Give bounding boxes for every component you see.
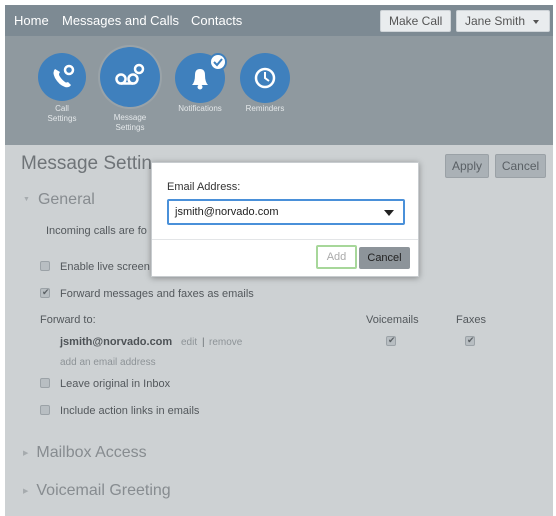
triangle-down-icon: ▼ <box>23 196 30 204</box>
tab-message-settings-label-2: Settings <box>115 123 145 132</box>
add-email-link[interactable]: add an email address <box>60 357 156 368</box>
chevron-down-icon <box>384 210 394 216</box>
action-links-label: Include action links in emails <box>60 405 200 417</box>
nav-messages-and-calls[interactable]: Messages and Calls <box>62 13 179 28</box>
section-mailbox-access[interactable]: ▶ Mailbox Access <box>23 444 147 462</box>
tab-reminders-label: Reminders <box>245 104 285 113</box>
clock-icon <box>240 53 290 103</box>
section-general-label: General <box>37 191 95 208</box>
voicemail-gear-icon <box>100 47 160 107</box>
email-address-value: jsmith@norvado.com <box>175 206 279 218</box>
incoming-calls-text: Incoming calls are fo <box>46 225 147 237</box>
section-general[interactable]: ▼ General <box>23 191 95 209</box>
email-address-select[interactable]: jsmith@norvado.com <box>167 199 405 225</box>
phone-gear-icon <box>38 53 86 101</box>
leave-original-label: Leave original in Inbox <box>60 378 171 390</box>
chevron-down-icon <box>533 19 540 24</box>
user-menu-button[interactable]: Jane Smith <box>456 10 550 32</box>
nav-contacts[interactable]: Contacts <box>191 13 242 28</box>
triangle-right-icon: ▶ <box>23 449 29 457</box>
add-button[interactable]: Add <box>316 245 357 269</box>
section-mailbox-access-label: Mailbox Access <box>36 444 147 461</box>
tab-call-settings-label-2: Settings <box>47 114 77 123</box>
check-badge-icon <box>209 53 227 71</box>
forward-messages-label: Forward messages and faxes as emails <box>60 288 254 300</box>
tab-reminders[interactable]: Reminders <box>240 53 290 143</box>
nav-home[interactable]: Home <box>14 13 49 28</box>
dialog-cancel-button[interactable]: Cancel <box>359 247 410 269</box>
forward-messages-checkbox[interactable] <box>40 287 50 298</box>
cancel-button[interactable]: Cancel <box>495 154 546 178</box>
link-separator: | <box>202 337 205 348</box>
live-screen-checkbox[interactable] <box>40 261 50 271</box>
action-links-checkbox[interactable] <box>40 405 50 415</box>
faxes-checkbox[interactable] <box>465 335 475 346</box>
make-call-label: Make Call <box>389 14 443 28</box>
triangle-right-icon: ▶ <box>23 487 29 495</box>
remove-email-link[interactable]: remove <box>209 337 242 348</box>
tab-call-settings-label-1: Call <box>55 104 69 113</box>
section-voicemail-greeting-label: Voicemail Greeting <box>36 482 171 499</box>
section-voicemail-greeting[interactable]: ▶ Voicemail Greeting <box>23 482 171 500</box>
dialog-divider <box>152 239 418 240</box>
tab-notifications-label: Notifications <box>178 104 222 113</box>
user-name-label: Jane Smith <box>465 14 526 28</box>
forward-email-address: jsmith@norvado.com <box>60 336 173 348</box>
settings-icon-band: Call Settings Message Settings Notificat… <box>5 36 553 145</box>
edit-email-link[interactable]: edit <box>181 337 197 348</box>
top-nav-bar: Home Messages and Calls Contacts Make Ca… <box>5 5 553 36</box>
forward-to-label: Forward to: <box>40 314 96 326</box>
voicemails-column-header: Voicemails <box>366 314 419 326</box>
add-email-dialog: Email Address: jsmith@norvado.com Add Ca… <box>151 162 419 277</box>
voicemails-checkbox[interactable] <box>386 335 396 346</box>
apply-button[interactable]: Apply <box>445 154 489 178</box>
leave-original-checkbox[interactable] <box>40 378 50 388</box>
page-title: Message Settin <box>21 153 152 174</box>
make-call-button[interactable]: Make Call <box>380 10 452 32</box>
tab-message-settings-label-1: Message <box>113 113 147 122</box>
live-screen-label: Enable live screen <box>60 261 150 273</box>
tab-call-settings[interactable]: Call Settings <box>38 53 86 143</box>
tab-message-settings[interactable]: Message Settings <box>100 47 160 143</box>
email-address-label: Email Address: <box>167 181 241 193</box>
faxes-column-header: Faxes <box>456 314 486 326</box>
tab-notifications[interactable]: Notifications <box>175 53 227 143</box>
